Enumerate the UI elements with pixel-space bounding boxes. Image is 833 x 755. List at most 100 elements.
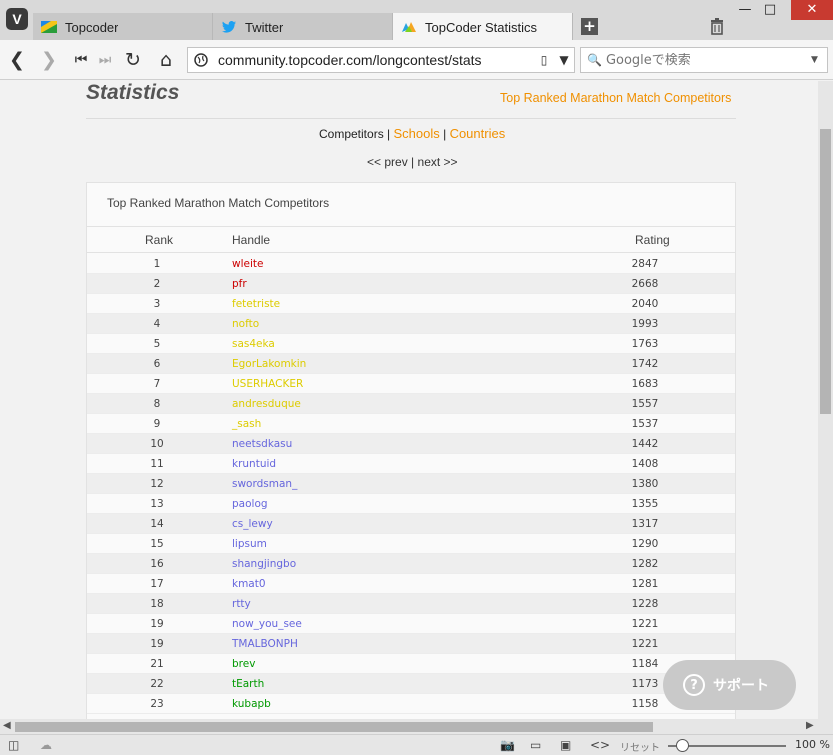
- search-dropdown-icon[interactable]: ▼: [811, 55, 827, 65]
- table-row: 17 kmat0 1281: [87, 574, 735, 594]
- camera-icon[interactable]: 📷: [500, 738, 515, 752]
- handle-link[interactable]: brev: [232, 658, 255, 670]
- panel-toggle-icon[interactable]: ◫: [8, 738, 19, 752]
- handle-link[interactable]: kubapb: [232, 698, 271, 710]
- handle-link[interactable]: swordsman_: [232, 478, 297, 490]
- zoom-slider[interactable]: [668, 739, 786, 752]
- handle-link[interactable]: wleite: [232, 258, 263, 270]
- scroll-right-icon[interactable]: ▶: [806, 720, 814, 731]
- prev-link[interactable]: << prev: [367, 155, 408, 169]
- tiling-icon[interactable]: ▭: [530, 738, 541, 752]
- handle-link[interactable]: kruntuid: [232, 458, 276, 470]
- rank-cell: 17: [150, 578, 164, 590]
- handle-link[interactable]: fetetriste: [232, 298, 280, 310]
- rewind-icon[interactable]: ⏮: [70, 49, 92, 71]
- table-title: Top Ranked Marathon Match Competitors: [107, 196, 330, 210]
- handle-link[interactable]: cs_lewy: [232, 518, 273, 530]
- zoom-reset-label[interactable]: リセット: [620, 739, 660, 754]
- handle-link[interactable]: nofto: [232, 318, 259, 330]
- column-rating[interactable]: Rating: [635, 233, 670, 247]
- table-row: 12 swordsman_ 1380: [87, 474, 735, 494]
- topcoder-favicon-icon: [41, 21, 57, 33]
- support-button[interactable]: ? サポート: [663, 660, 796, 710]
- handle-link[interactable]: kmat0: [232, 578, 266, 590]
- back-icon[interactable]: ❮: [6, 49, 28, 71]
- handle-link[interactable]: EgorLakomkin: [232, 358, 306, 370]
- rank-cell: 3: [153, 298, 161, 310]
- rating-cell: 2040: [631, 298, 659, 310]
- rank-cell: 8: [153, 398, 161, 410]
- rank-cell: 10: [150, 438, 164, 450]
- tab-twitter[interactable]: Twitter: [213, 13, 393, 41]
- url-dropdown-icon[interactable]: ▼: [554, 53, 574, 67]
- vivaldi-menu-button[interactable]: V: [6, 8, 28, 30]
- search-field[interactable]: 🔍 ▼: [580, 47, 828, 73]
- rating-cell: 2668: [631, 278, 659, 290]
- subnav-countries-link[interactable]: Countries: [450, 126, 506, 141]
- table-row: 8 andresduque 1557: [87, 394, 735, 414]
- rating-cell: 1557: [631, 398, 659, 410]
- column-handle[interactable]: Handle: [232, 233, 270, 247]
- forward-icon[interactable]: ❯: [38, 49, 60, 71]
- rank-cell: 1: [153, 258, 161, 270]
- close-window-icon[interactable]: ✕: [791, 0, 833, 20]
- handle-link[interactable]: now_you_see: [232, 618, 302, 630]
- search-icon: 🔍: [587, 53, 602, 67]
- page-viewport: Statistics Top Ranked Marathon Match Com…: [0, 81, 818, 719]
- handle-link[interactable]: rtty: [232, 598, 251, 610]
- zoom-slider-knob[interactable]: [676, 739, 689, 752]
- rank-cell: 14: [150, 518, 164, 530]
- rating-cell: 1184: [631, 658, 659, 670]
- home-icon[interactable]: ⌂: [155, 49, 177, 71]
- handle-link[interactable]: neetsdkasu: [232, 438, 292, 450]
- trash-icon[interactable]: [708, 17, 726, 35]
- handle-link[interactable]: paolog: [232, 498, 268, 510]
- rank-cell: 6: [153, 358, 161, 370]
- rating-cell: 1442: [631, 438, 659, 450]
- handle-link[interactable]: andresduque: [232, 398, 301, 410]
- support-label: サポート: [713, 678, 769, 694]
- handle-link[interactable]: sas4eka: [232, 338, 275, 350]
- handle-link[interactable]: lipsum: [232, 538, 267, 550]
- rank-cell: 22: [150, 678, 164, 690]
- handle-link[interactable]: _sash: [232, 418, 261, 430]
- new-tab-icon[interactable]: +: [581, 18, 598, 35]
- divider: [86, 118, 736, 119]
- table-row: 10 neetsdkasu 1442: [87, 434, 735, 454]
- vertical-scrollbar[interactable]: [818, 81, 833, 719]
- table-row: 16 shangjingbo 1282: [87, 554, 735, 574]
- fast-forward-icon[interactable]: ⏭: [94, 49, 116, 71]
- rank-cell: 5: [153, 338, 161, 350]
- handle-link[interactable]: pfr: [232, 278, 247, 290]
- table-row: 11 kruntuid 1408: [87, 454, 735, 474]
- handle-link[interactable]: USERHACKER: [232, 378, 303, 390]
- scrollbar-thumb[interactable]: [820, 129, 831, 414]
- table-row: 6 EgorLakomkin 1742: [87, 354, 735, 374]
- tab-topcoder[interactable]: Topcoder: [33, 13, 213, 41]
- scroll-left-icon[interactable]: ◀: [3, 720, 11, 731]
- handle-link[interactable]: tEarth: [232, 678, 264, 690]
- url-text: community.topcoder.com/longcontest/stats: [218, 52, 482, 68]
- scrollbar-thumb[interactable]: [15, 722, 653, 732]
- reload-icon[interactable]: ↻: [122, 49, 144, 71]
- url-field[interactable]: community.topcoder.com/longcontest/stats…: [187, 47, 575, 73]
- search-input[interactable]: [605, 52, 811, 68]
- code-icon[interactable]: <>: [590, 738, 610, 752]
- subnav-schools-link[interactable]: Schools: [394, 126, 440, 141]
- rank-cell: 23: [150, 698, 164, 710]
- next-link[interactable]: next >>: [418, 155, 458, 169]
- top-ranked-link[interactable]: Top Ranked Marathon Match Competitors: [500, 91, 731, 105]
- bookmark-icon[interactable]: ▯: [534, 53, 554, 67]
- image-icon[interactable]: ▣: [560, 738, 571, 752]
- zoom-value: 100 %: [795, 738, 830, 751]
- subnav-separator: |: [443, 127, 447, 141]
- horizontal-scrollbar[interactable]: ◀ ▶: [0, 719, 833, 734]
- handle-link[interactable]: shangjingbo: [232, 558, 296, 570]
- tab-topcoder-statistics[interactable]: TopCoder Statistics: [393, 13, 573, 41]
- handle-link[interactable]: TMALBONPH: [232, 638, 298, 650]
- maximize-icon[interactable]: □: [755, 0, 785, 20]
- table-row: 23 kubapb 1158: [87, 694, 735, 714]
- cloud-icon[interactable]: ☁: [40, 738, 52, 752]
- rating-cell: 1317: [631, 518, 659, 530]
- column-rank[interactable]: Rank: [145, 233, 173, 247]
